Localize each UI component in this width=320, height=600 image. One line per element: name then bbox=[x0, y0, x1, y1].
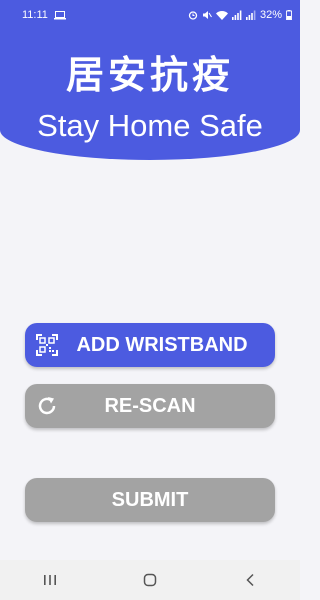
android-nav-bar bbox=[0, 560, 300, 600]
status-bar: 11:11 32% bbox=[0, 0, 300, 30]
alarm-icon bbox=[188, 11, 198, 20]
signal-icon bbox=[231, 10, 242, 20]
add-wristband-label: ADD WRISTBAND bbox=[76, 333, 248, 356]
recent-apps-icon bbox=[44, 575, 56, 585]
mute-icon bbox=[202, 11, 212, 19]
submit-button[interactable]: SUBMIT bbox=[25, 478, 275, 522]
app-title-chinese: 居安抗疫 bbox=[65, 53, 234, 97]
refresh-icon bbox=[38, 397, 56, 415]
header-banner: 居安抗疫 Stay Home Safe bbox=[0, 30, 300, 160]
submit-label: SUBMIT bbox=[111, 488, 189, 511]
rescan-label: RE-SCAN bbox=[104, 394, 196, 417]
app-title-english: Stay Home Safe bbox=[37, 108, 263, 143]
recent-apps-button[interactable] bbox=[30, 560, 70, 600]
battery-icon bbox=[286, 10, 292, 20]
home-icon bbox=[143, 573, 157, 587]
qr-code-scan-icon bbox=[36, 334, 58, 356]
wifi-icon bbox=[215, 11, 228, 20]
status-right: 32% bbox=[188, 9, 292, 21]
status-left: 11:11 bbox=[22, 9, 66, 21]
add-wristband-button[interactable]: ADD WRISTBAND bbox=[25, 323, 275, 367]
back-button[interactable] bbox=[230, 560, 270, 600]
battery-percent: 32% bbox=[259, 9, 282, 21]
back-icon bbox=[246, 573, 254, 587]
home-button[interactable] bbox=[130, 560, 170, 600]
rescan-button[interactable]: RE-SCAN bbox=[25, 384, 275, 428]
laptop-icon bbox=[53, 10, 66, 19]
signal-icon bbox=[245, 10, 256, 20]
status-time: 11:11 bbox=[22, 9, 48, 21]
